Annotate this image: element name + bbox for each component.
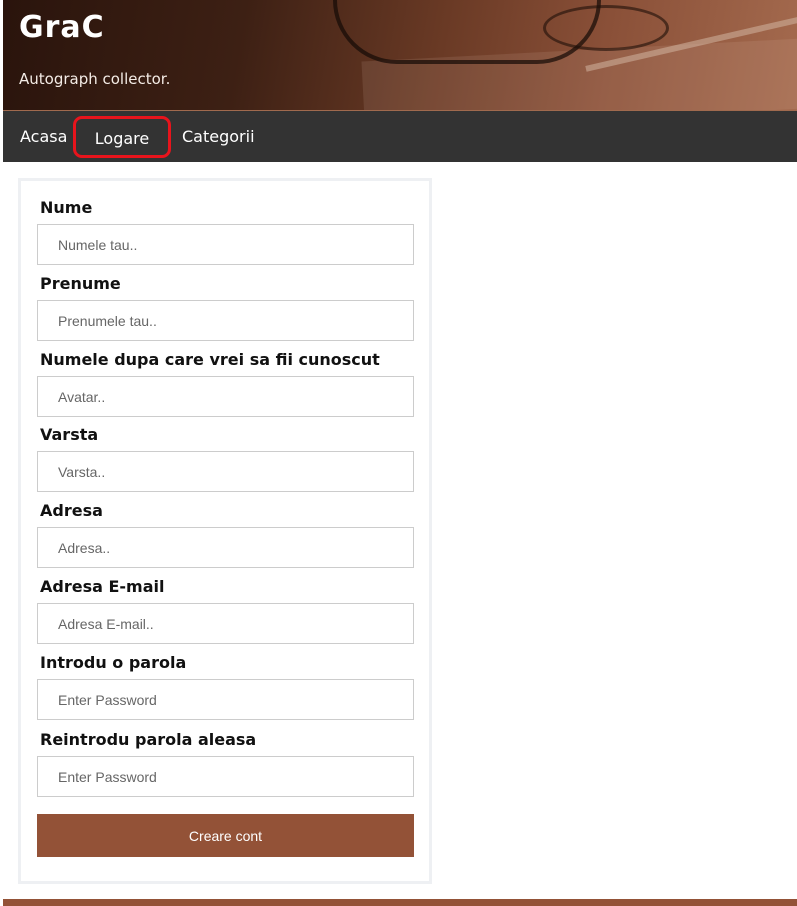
- site-title[interactable]: GraC: [19, 10, 105, 45]
- create-account-button[interactable]: Creare cont: [37, 814, 414, 857]
- nav-bar: Acasa Logare Categorii: [3, 111, 797, 162]
- avatar-label: Numele dupa care vrei sa fii cunoscut: [40, 350, 380, 369]
- register-form: Nume Prenume Numele dupa care vrei sa fi…: [18, 178, 432, 884]
- password-input[interactable]: [37, 679, 414, 720]
- nav-item-categorii[interactable]: Categorii: [182, 111, 255, 162]
- confirm-password-label: Reintrodu parola aleasa: [40, 730, 257, 749]
- email-input[interactable]: [37, 603, 414, 644]
- varsta-input[interactable]: [37, 451, 414, 492]
- nav-item-acasa[interactable]: Acasa: [20, 111, 67, 162]
- page: GraC Autograph collector. Acasa Logare C…: [0, 0, 797, 906]
- email-label: Adresa E-mail: [40, 577, 165, 596]
- adresa-input[interactable]: [37, 527, 414, 568]
- confirm-password-input[interactable]: [37, 756, 414, 797]
- varsta-label: Varsta: [40, 425, 99, 444]
- footer-bar: [3, 899, 797, 906]
- header-lens-shape: [543, 5, 669, 51]
- prenume-input[interactable]: [37, 300, 414, 341]
- site-subtitle: Autograph collector.: [19, 70, 171, 88]
- nume-input[interactable]: [37, 224, 414, 265]
- site-header: GraC Autograph collector.: [3, 0, 797, 110]
- nume-label: Nume: [40, 198, 93, 217]
- nav-item-logare[interactable]: Logare: [73, 116, 171, 158]
- password-label: Introdu o parola: [40, 653, 187, 672]
- prenume-label: Prenume: [40, 274, 121, 293]
- adresa-label: Adresa: [40, 501, 103, 520]
- avatar-input[interactable]: [37, 376, 414, 417]
